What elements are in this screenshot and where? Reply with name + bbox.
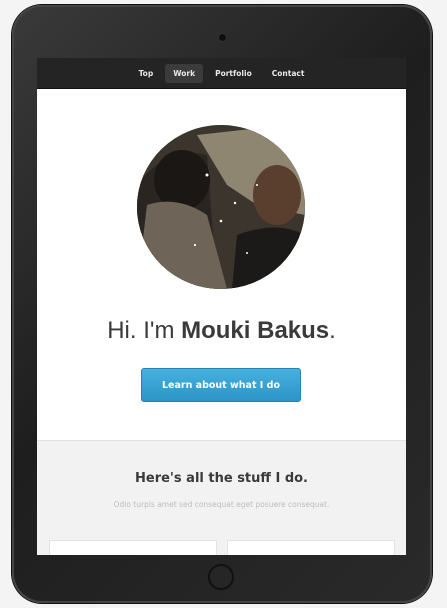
page-title: Hi. I'm Mouki Bakus. xyxy=(37,317,406,345)
nav-item-contact[interactable]: Contact xyxy=(264,64,313,83)
section-title: Here's all the stuff I do. xyxy=(135,471,308,486)
section-subtitle: Odio turpis amet sed consequat eget posu… xyxy=(113,500,330,509)
camera-icon xyxy=(219,34,226,41)
learn-more-button[interactable]: Learn about what I do xyxy=(141,368,301,402)
feature-card xyxy=(49,540,217,555)
nav-item-portfolio[interactable]: Portfolio xyxy=(207,64,260,83)
avatar-photo xyxy=(137,125,305,289)
tablet-frame: Top Work Portfolio Contact Hi. I'm Mouki… xyxy=(12,5,432,603)
home-button[interactable] xyxy=(208,564,234,590)
title-punctuation: . xyxy=(329,317,336,344)
work-section: Here's all the stuff I do. Odio turpis a… xyxy=(37,440,406,555)
nav-item-work[interactable]: Work xyxy=(165,63,204,83)
tablet-screen: Top Work Portfolio Contact Hi. I'm Mouki… xyxy=(37,58,406,555)
top-nav: Top Work Portfolio Contact xyxy=(37,58,406,89)
hero-section: Hi. I'm Mouki Bakus. Learn about what I … xyxy=(37,89,406,441)
person-name: Mouki Bakus xyxy=(181,317,330,344)
greeting-text: Hi. I'm xyxy=(107,317,182,344)
feature-card xyxy=(227,540,395,555)
avatar xyxy=(137,125,305,289)
nav-item-top[interactable]: Top xyxy=(131,64,162,83)
